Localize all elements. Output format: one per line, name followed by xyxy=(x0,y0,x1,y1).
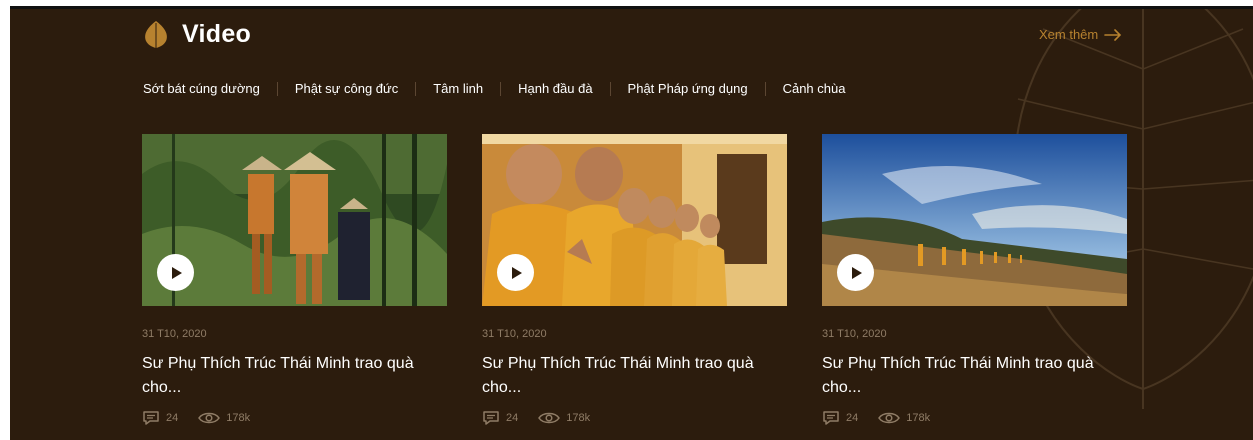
comment-icon xyxy=(823,411,839,425)
video-card[interactable]: 31 T10, 2020 Sư Phụ Thích Trúc Thái Minh… xyxy=(822,134,1127,425)
see-more-label: Xem thêm xyxy=(1039,27,1099,42)
video-date: 31 T10, 2020 xyxy=(142,328,207,340)
comment-icon xyxy=(143,411,159,425)
video-stats: 24 178k xyxy=(142,410,250,426)
video-title[interactable]: Sư Phụ Thích Trúc Thái Minh trao quà cho… xyxy=(822,352,1122,400)
see-more-link[interactable]: Xem thêm xyxy=(1039,27,1122,42)
tab-divider xyxy=(764,81,766,96)
comment-count: 24 xyxy=(506,412,519,424)
video-stats: 24 178k xyxy=(822,410,930,426)
video-date: 31 T10, 2020 xyxy=(822,328,887,340)
video-section: Video Xem thêm Sớt bát cúng dường Phật s… xyxy=(10,6,1253,440)
eye-icon xyxy=(198,412,221,424)
play-icon xyxy=(171,266,182,279)
tab-divider xyxy=(500,81,502,96)
arrow-right-icon xyxy=(1104,28,1122,41)
play-button[interactable] xyxy=(157,254,194,291)
tab-phat-su[interactable]: Phật sự công đức xyxy=(295,81,398,96)
video-date: 31 T10, 2020 xyxy=(482,328,547,340)
video-thumbnail[interactable] xyxy=(822,134,1127,306)
tab-divider xyxy=(609,81,611,96)
video-stats: 24 178k xyxy=(482,410,590,426)
section-title: Video xyxy=(182,19,252,48)
play-button[interactable] xyxy=(497,254,534,291)
tab-divider xyxy=(415,81,417,96)
play-icon xyxy=(511,266,522,279)
tab-phat-phap[interactable]: Phật Pháp ứng dụng xyxy=(628,81,748,96)
eye-icon xyxy=(878,412,901,424)
play-icon xyxy=(851,266,862,279)
play-button[interactable] xyxy=(837,254,874,291)
comment-icon xyxy=(483,411,499,425)
view-count: 178k xyxy=(226,412,251,424)
video-title[interactable]: Sư Phụ Thích Trúc Thái Minh trao quà cho… xyxy=(142,352,442,400)
view-count: 178k xyxy=(566,412,591,424)
video-thumbnail[interactable] xyxy=(142,134,447,306)
video-card[interactable]: 31 T10, 2020 Sư Phụ Thích Trúc Thái Minh… xyxy=(482,134,787,425)
section-header: Video xyxy=(142,19,251,49)
video-title[interactable]: Sư Phụ Thích Trúc Thái Minh trao quà cho… xyxy=(482,352,782,400)
tab-divider xyxy=(276,81,278,96)
video-thumbnail[interactable] xyxy=(482,134,787,306)
tab-canh-chua[interactable]: Cảnh chùa xyxy=(783,81,846,96)
eye-icon xyxy=(538,412,561,424)
tab-tam-linh[interactable]: Tâm linh xyxy=(433,81,483,96)
comment-count: 24 xyxy=(166,412,179,424)
bodhi-leaf-icon xyxy=(145,21,167,48)
view-count: 178k xyxy=(906,412,931,424)
comment-count: 24 xyxy=(846,412,859,424)
tab-hanh-dau-da[interactable]: Hạnh đầu đà xyxy=(518,81,592,96)
tab-sot-bat[interactable]: Sớt bát cúng dường xyxy=(143,81,260,96)
video-card[interactable]: 31 T10, 2020 Sư Phụ Thích Trúc Thái Minh… xyxy=(142,134,447,425)
category-tabs: Sớt bát cúng dường Phật sự công đức Tâm … xyxy=(143,81,845,96)
